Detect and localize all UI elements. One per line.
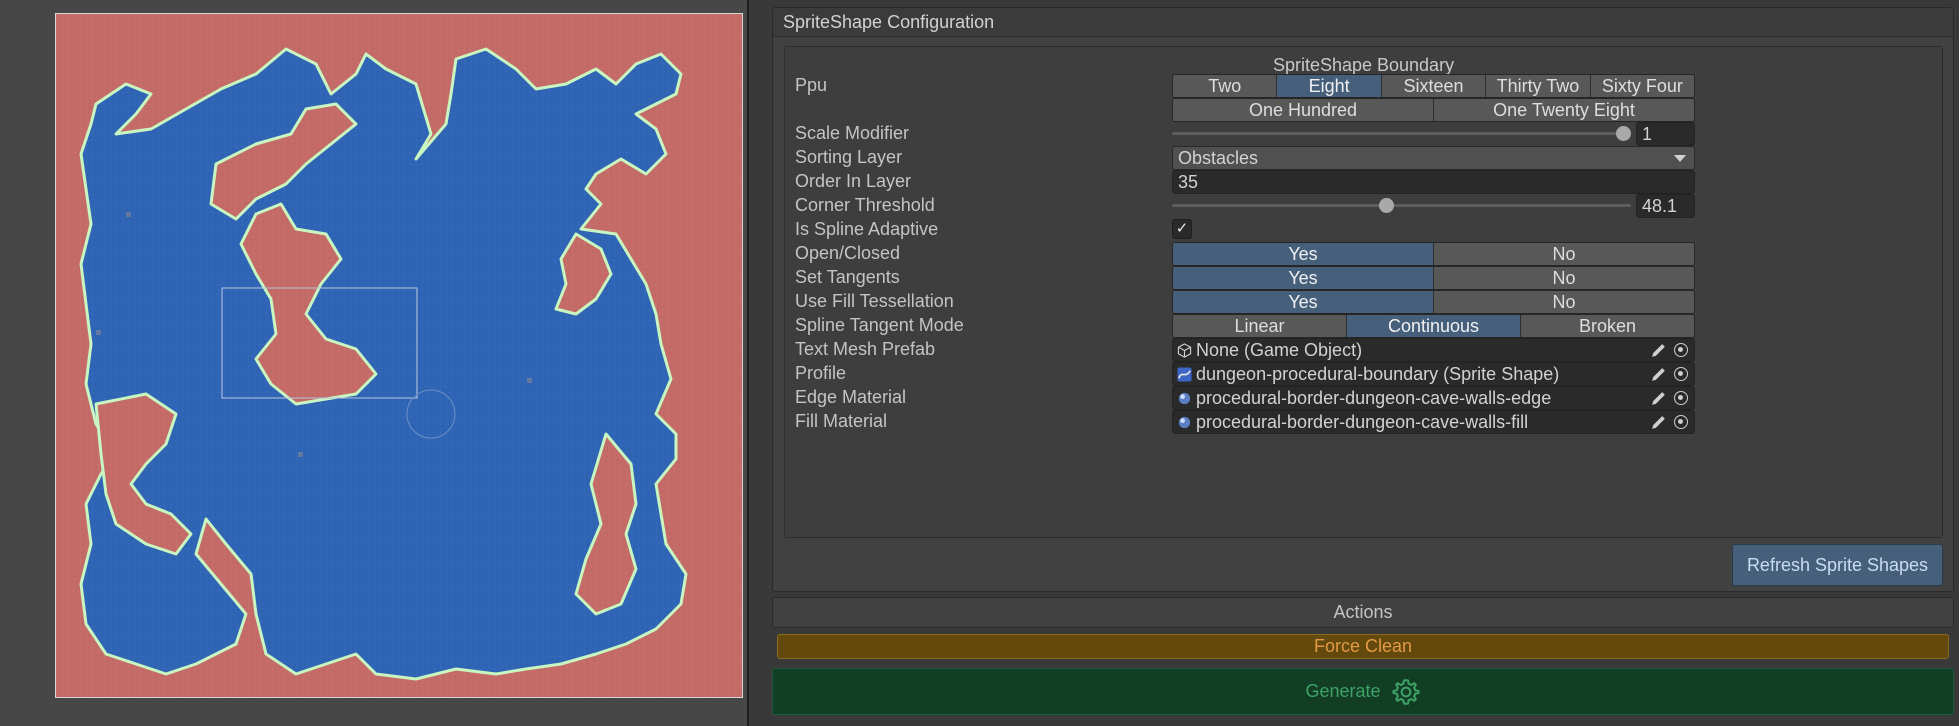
use-fill-tessellation-no[interactable]: No [1434,291,1694,313]
ppu-selector-row1: Two Eight Sixteen Thirty Two Sixty Four [1172,74,1695,98]
group-title: SpriteShape Boundary [1272,55,1455,75]
set-tangents-no[interactable]: No [1434,267,1694,289]
profile-label: Profile [795,363,847,383]
ppu-option-sixteen[interactable]: Sixteen [1381,75,1487,97]
spline-tangent-mode-broken[interactable]: Broken [1521,315,1694,337]
object-picker [1648,411,1694,433]
target-picker-icon[interactable] [1674,391,1688,405]
scene-preview-pane [0,0,747,726]
order-in-layer-label: Order In Layer [795,171,912,191]
ppu-selector-row2: One Hundred One Twenty Eight [1172,98,1695,122]
sorting-layer-label: Sorting Layer [795,147,903,167]
dungeon-map-canvas [56,14,742,697]
section-header[interactable]: SpriteShape Configuration [773,8,1953,37]
text-mesh-prefab-label: Text Mesh Prefab [795,339,936,359]
material-sphere-icon [1178,416,1191,429]
force-clean-button[interactable]: Force Clean [777,634,1949,659]
target-picker-icon[interactable] [1674,367,1688,381]
ppu-option-one-twenty-eight[interactable]: One Twenty Eight [1434,99,1694,121]
dungeon-map-preview[interactable] [55,13,743,698]
open-closed-yes[interactable]: Yes [1173,243,1434,265]
sorting-layer-dropdown[interactable]: Obstacles [1172,146,1695,170]
use-fill-tessellation-label: Use Fill Tessellation [795,291,954,311]
open-closed-toggle: Yes No [1172,242,1695,266]
fill-material-label: Fill Material [795,411,888,431]
object-picker [1648,363,1694,385]
spriteshape-boundary-group: SpriteShape Boundary Ppu Two Eight Sixte… [784,46,1943,538]
spawn-marker [126,212,131,217]
corner-threshold-label: Corner Threshold [795,195,935,215]
pencil-icon[interactable] [1650,366,1667,383]
corner-threshold-slider-track[interactable] [1172,204,1631,207]
scale-modifier-input[interactable]: 1 [1636,122,1695,146]
ppu-option-two[interactable]: Two [1173,75,1278,97]
ppu-option-thirty-two[interactable]: Thirty Two [1486,75,1591,97]
spriteshape-configuration-section: SpriteShape Configuration SpriteShape Bo… [772,7,1954,592]
spline-tangent-mode-linear[interactable]: Linear [1173,315,1347,337]
sprite-shape-icon [1177,367,1192,382]
is-spline-adaptive-checkbox[interactable]: ✓ [1172,219,1192,239]
chevron-down-icon [1674,155,1686,162]
ppu-option-eight[interactable]: Eight [1277,75,1382,97]
fill-material-field[interactable]: procedural-border-dungeon-cave-walls-fil… [1172,410,1695,434]
target-picker-icon[interactable] [1674,343,1688,357]
gear-icon [1392,678,1420,705]
spawn-marker [96,330,101,335]
fill-material-value: procedural-border-dungeon-cave-walls-fil… [1196,412,1529,432]
scale-modifier-label: Scale Modifier [795,123,910,143]
generate-button[interactable]: Generate [772,668,1954,715]
corner-threshold-input[interactable]: 48.1 [1636,194,1695,218]
scale-modifier-slider-track[interactable] [1172,132,1631,135]
profile-value: dungeon-procedural-boundary (Sprite Shap… [1196,364,1560,384]
cube-icon [1177,343,1192,358]
set-tangents-yes[interactable]: Yes [1173,267,1434,289]
ppu-option-sixty-four[interactable]: Sixty Four [1590,75,1694,97]
text-mesh-prefab-value: None (Game Object) [1196,340,1363,360]
pencil-icon[interactable] [1650,390,1667,407]
generate-label: Generate [1305,681,1381,701]
text-mesh-prefab-field[interactable]: None (Game Object) [1172,338,1695,362]
spline-tangent-mode-selector: Linear Continuous Broken [1172,314,1695,338]
object-picker [1648,339,1694,361]
target-picker-icon[interactable] [1674,415,1688,429]
scale-modifier-slider-thumb[interactable] [1616,126,1631,141]
set-tangents-label: Set Tangents [795,267,900,287]
inspector-panel: SpriteShape Configuration SpriteShape Bo… [749,0,1959,726]
set-tangents-toggle: Yes No [1172,266,1695,290]
spawn-marker [298,452,303,457]
material-sphere-icon [1178,392,1191,405]
spline-tangent-mode-continuous[interactable]: Continuous [1347,315,1521,337]
use-fill-tessellation-yes[interactable]: Yes [1173,291,1434,313]
refresh-sprite-shapes-button[interactable]: Refresh Sprite Shapes [1732,544,1943,586]
profile-field[interactable]: dungeon-procedural-boundary (Sprite Shap… [1172,362,1695,386]
pencil-icon[interactable] [1650,342,1667,359]
spawn-marker [527,378,532,383]
edge-material-value: procedural-border-dungeon-cave-walls-edg… [1196,388,1552,408]
sorting-layer-value: Obstacles [1178,148,1259,168]
use-fill-tessellation-toggle: Yes No [1172,290,1695,314]
edge-material-field[interactable]: procedural-border-dungeon-cave-walls-edg… [1172,386,1695,410]
pencil-icon[interactable] [1650,414,1667,431]
edge-material-label: Edge Material [795,387,907,407]
order-in-layer-input[interactable]: 35 [1172,170,1695,194]
object-picker [1648,387,1694,409]
is-spline-adaptive-label: Is Spline Adaptive [795,219,939,239]
open-closed-label: Open/Closed [795,243,901,263]
corner-threshold-slider-thumb[interactable] [1379,198,1394,213]
ppu-option-one-hundred[interactable]: One Hundred [1173,99,1434,121]
ppu-label: Ppu [795,75,828,95]
open-closed-no[interactable]: No [1434,243,1694,265]
actions-header[interactable]: Actions [772,597,1954,628]
spline-tangent-mode-label: Spline Tangent Mode [795,315,964,335]
